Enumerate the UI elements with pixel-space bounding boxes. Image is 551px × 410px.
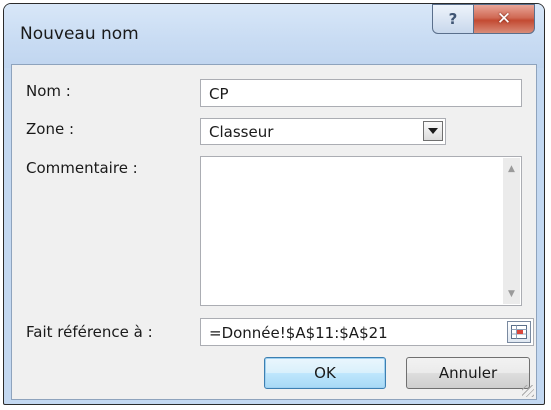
help-button[interactable]: ? xyxy=(432,4,474,34)
name-input[interactable]: CP xyxy=(200,79,522,107)
close-button[interactable]: ✕ xyxy=(473,4,535,34)
collapse-dialog-button[interactable] xyxy=(507,321,531,343)
comment-scrollbar[interactable]: ▲ ▼ xyxy=(503,158,520,304)
new-name-dialog: Nouveau nom ? ✕ Nom : CP Zone : Classeur… xyxy=(3,3,545,405)
resize-grip[interactable] xyxy=(522,385,534,397)
refers-to-label: Fait référence à : xyxy=(26,323,153,341)
scope-select[interactable]: Classeur xyxy=(200,118,446,145)
dialog-title: Nouveau nom xyxy=(20,24,139,44)
question-icon: ? xyxy=(448,10,458,28)
range-select-icon xyxy=(511,325,527,339)
refers-to-input[interactable]: =Donnée!$A$11:$A$21 xyxy=(200,318,534,346)
ok-button[interactable]: OK xyxy=(264,357,386,389)
scope-select-value: Classeur xyxy=(209,123,274,141)
dialog-body: Nom : CP Zone : Classeur Commentaire : ▲… xyxy=(11,64,537,400)
title-bar[interactable]: Nouveau nom ? ✕ xyxy=(4,4,544,68)
scroll-down-arrow-icon[interactable]: ▼ xyxy=(503,285,520,302)
refers-to-input-value: =Donnée!$A$11:$A$21 xyxy=(209,324,388,342)
scope-label: Zone : xyxy=(26,120,75,138)
cancel-button[interactable]: Annuler xyxy=(406,357,530,389)
comment-textarea[interactable]: ▲ ▼ xyxy=(200,156,522,306)
scope-dropdown-button[interactable] xyxy=(423,121,443,141)
name-input-value: CP xyxy=(209,85,229,103)
scroll-up-arrow-icon[interactable]: ▲ xyxy=(503,160,520,177)
close-icon: ✕ xyxy=(496,9,512,29)
name-label: Nom : xyxy=(26,82,71,100)
comment-label: Commentaire : xyxy=(26,159,138,177)
chevron-down-icon xyxy=(428,128,438,134)
